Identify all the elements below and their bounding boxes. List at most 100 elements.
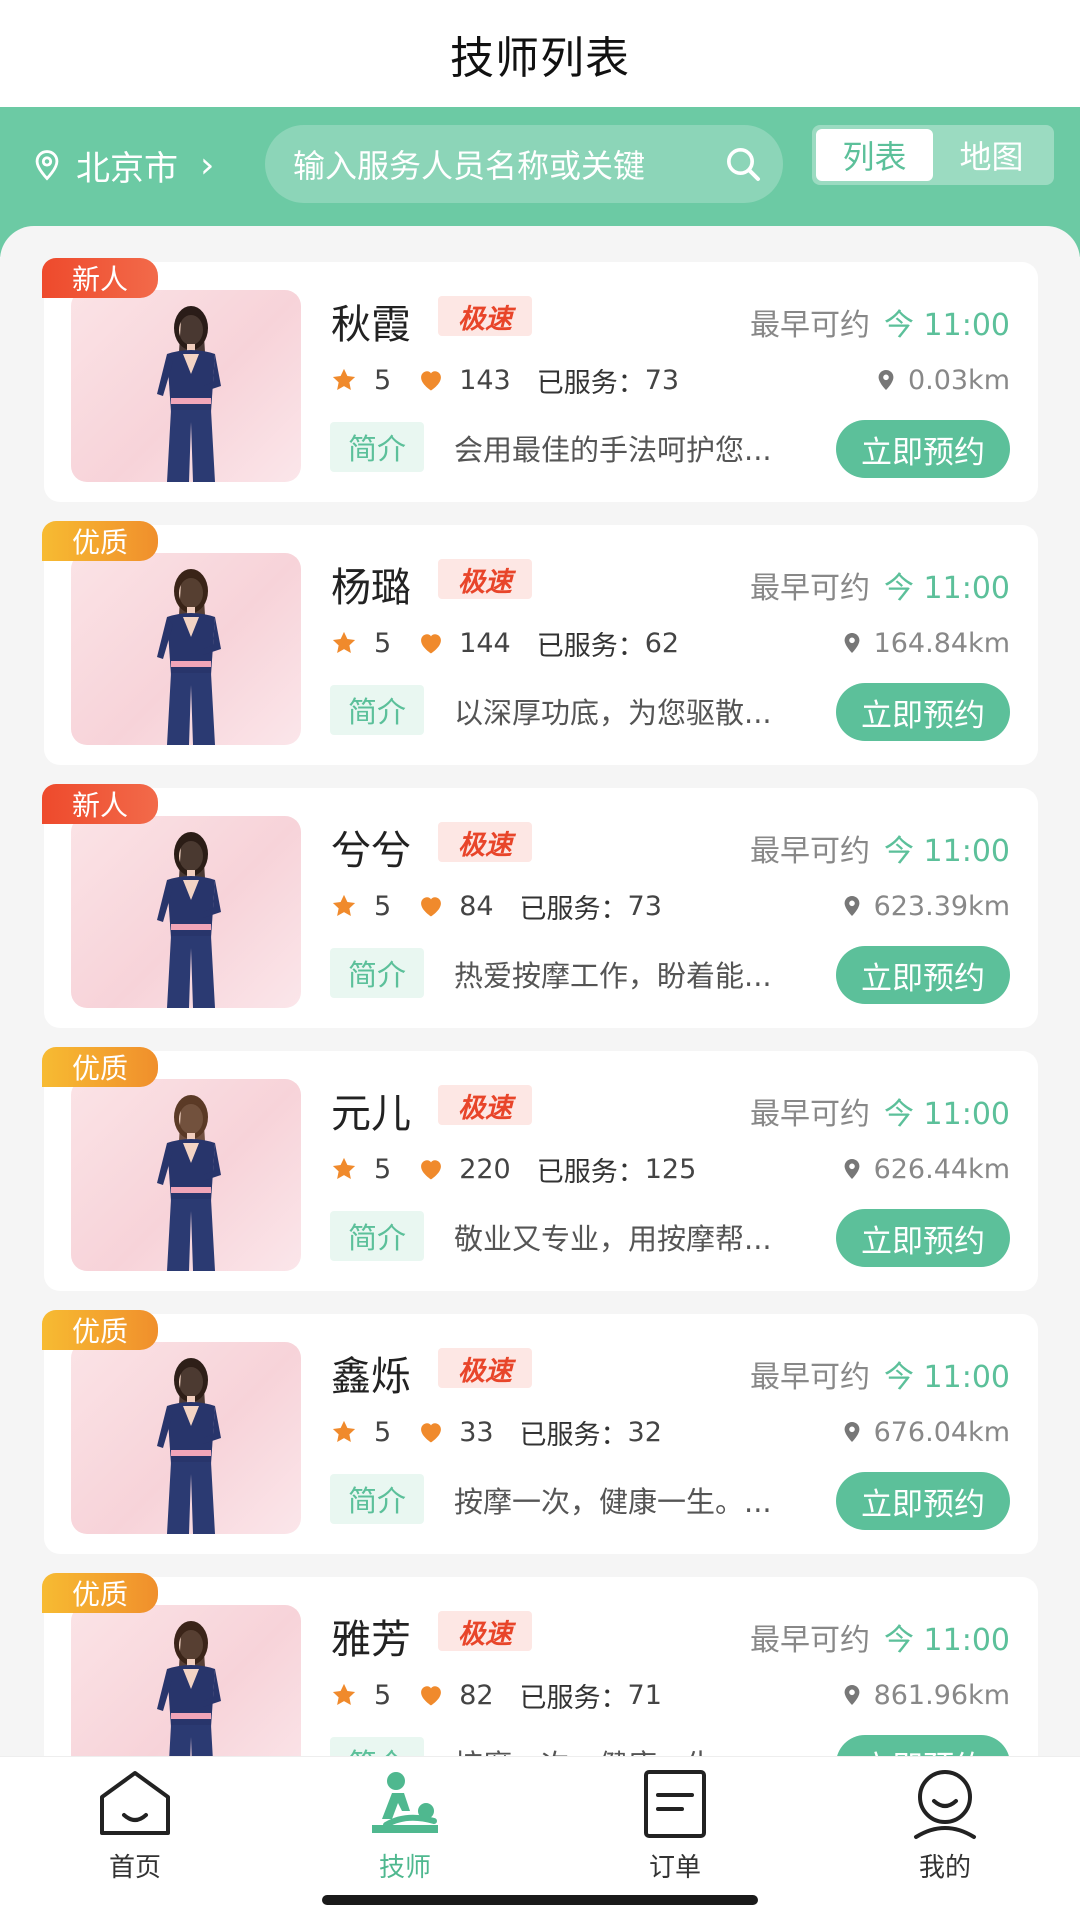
earliest-time: 今 11:00	[884, 834, 1010, 869]
technician-photo-figure	[157, 1095, 221, 1271]
technician-stats: 5 143 已服务： 73	[330, 362, 680, 399]
rating-value: 5	[374, 1416, 392, 1448]
star-icon	[332, 894, 356, 917]
technician-photo[interactable]	[71, 553, 301, 745]
tab-mine-label: 我的	[918, 1853, 971, 1883]
view-list-tab[interactable]: 列表	[816, 129, 933, 181]
technician-card[interactable]: 优质 元儿 极速 最早可约今 11:00 5 220 已服务： 125 626.44km 简介 敬业…	[42, 1047, 1038, 1291]
book-now-button[interactable]: 立即预约	[836, 1472, 1010, 1530]
technician-stats: 5 82 已服务： 71	[330, 1677, 662, 1714]
distance-value: 0.03km	[907, 364, 1010, 396]
location-dot-icon	[844, 896, 859, 916]
technician-description: 敬业又专业，用按摩帮...	[454, 1222, 772, 1256]
book-now-button[interactable]: 立即预约	[836, 683, 1010, 741]
book-now-button[interactable]: 立即预约	[836, 1209, 1010, 1267]
served-count: 73	[627, 890, 662, 922]
technician-card[interactable]: 优质 鑫烁 极速 最早可约今 11:00 5 33 已服务： 32 676.04km 简介 按摩一次…	[42, 1310, 1038, 1554]
technician-description: 会用最佳的手法呵护您...	[454, 433, 772, 467]
served-count: 125	[644, 1153, 697, 1185]
distance-value: 676.04km	[873, 1416, 1010, 1448]
technician-tag-badge: 优质	[42, 521, 158, 561]
technician-card[interactable]: 新人 兮兮 极速 最早可约今 11:00 5 84 已服务： 73 623.39km 简介 热爱按摩…	[42, 784, 1038, 1028]
view-map-tab[interactable]: 地图	[933, 129, 1050, 181]
earliest-available: 最早可约今 11:00	[750, 563, 1010, 607]
search-input[interactable]: 输入服务人员名称或关键	[265, 125, 783, 203]
technician-description: 热爱按摩工作，盼着能...	[454, 959, 772, 993]
page-title: 技师列表	[450, 32, 630, 84]
technician-photo[interactable]	[71, 1079, 301, 1271]
star-icon	[332, 368, 356, 391]
served-count: 32	[627, 1416, 662, 1448]
served-count: 73	[644, 364, 680, 396]
technician-description: 以深厚功底，为您驱散...	[454, 696, 772, 730]
tab-orders-label: 订单	[648, 1853, 701, 1883]
location-dot-icon	[844, 633, 859, 653]
search-icon[interactable]	[723, 144, 763, 184]
tab-technician[interactable]: 技师	[335, 1767, 475, 1887]
rating-value: 5	[374, 1153, 392, 1185]
technician-card[interactable]: 优质杨璐 极速 最早可约今 11:00 5 144 已服务： 62 164.84km 简介 以深厚…	[42, 521, 1038, 765]
technician-card[interactable]: 新人秋霞 极速 最早可约今 11:00 5 143 已服务： 73 0.03km 简介 会用最佳的…	[42, 258, 1038, 502]
location-dot-icon	[844, 1422, 859, 1442]
technician-name: 鑫烁	[331, 1354, 411, 1400]
intro-badge: 简介	[330, 685, 424, 735]
likes-count: 220	[459, 1153, 511, 1185]
tab-mine[interactable]: 我的	[875, 1767, 1015, 1887]
technician-name: 杨璐	[331, 565, 411, 611]
intro-badge: 简介	[330, 422, 424, 472]
earliest-available: 最早可约今 11:00	[750, 300, 1010, 344]
technician-photo[interactable]	[71, 1342, 301, 1534]
tab-home[interactable]: 首页	[65, 1767, 205, 1887]
served-label: 已服务：	[536, 367, 645, 399]
heart-icon	[421, 1686, 442, 1706]
likes-count: 144	[459, 627, 511, 659]
book-now-button[interactable]: 立即预约	[836, 420, 1010, 478]
distance-value: 164.84km	[873, 627, 1010, 659]
earliest-available: 最早可约今 11:00	[750, 1615, 1010, 1659]
technician-photo[interactable]	[71, 1605, 301, 1756]
rating-value: 5	[374, 364, 392, 396]
technician-tag-badge: 新人	[42, 258, 158, 298]
distance-value: 623.39km	[873, 890, 1010, 922]
technician-photo[interactable]	[71, 290, 301, 482]
earliest-label: 最早可约	[750, 1360, 870, 1395]
tab-technician-label: 技师	[378, 1853, 431, 1883]
book-now-button[interactable]: 立即预约	[836, 946, 1010, 1004]
book-now-button[interactable]: 立即预约	[836, 1735, 1010, 1756]
earliest-available: 最早可约今 11:00	[750, 826, 1010, 870]
distance: 623.39km	[840, 888, 1010, 924]
user-face-icon	[914, 1770, 976, 1839]
intro-badge: 简介	[330, 1737, 424, 1756]
technician-tag-badge: 优质	[42, 1047, 158, 1087]
heart-icon	[421, 1423, 442, 1443]
location-dot-icon	[844, 1685, 859, 1705]
order-list-icon	[644, 1770, 706, 1838]
earliest-label: 最早可约	[750, 1097, 870, 1132]
fast-badge: 极速	[438, 559, 532, 599]
earliest-label: 最早可约	[750, 834, 870, 869]
technician-stats: 5 84 已服务： 73	[330, 888, 662, 925]
technician-stats: 5 144 已服务： 62	[330, 625, 679, 662]
home-indicator[interactable]	[322, 1895, 758, 1905]
earliest-label: 最早可约	[750, 1623, 870, 1658]
location-dot-icon	[844, 1159, 859, 1179]
likes-count: 82	[459, 1679, 494, 1711]
distance: 164.84km	[840, 625, 1010, 661]
technician-name: 秋霞	[331, 302, 411, 348]
served-label: 已服务：	[519, 1419, 628, 1451]
intro-badge: 简介	[330, 1474, 424, 1524]
chevron-right-icon: ›	[200, 144, 215, 186]
star-icon	[332, 631, 356, 654]
fast-badge: 极速	[438, 296, 532, 336]
technician-photo-figure	[157, 832, 221, 1008]
tab-orders[interactable]: 订单	[605, 1767, 745, 1887]
technician-card[interactable]: 优质雅芳极速 最早可约今 11:00 5 82 已服务：71 861.96km 简介 按摩一次…	[42, 1573, 1038, 1756]
technician-photo-figure	[157, 306, 221, 482]
city-selector[interactable]: 北京市 ›	[30, 135, 214, 195]
technician-photo[interactable]	[71, 816, 301, 1008]
city-name: 北京市	[76, 148, 178, 189]
technician-photo-figure	[157, 1621, 221, 1756]
distance: 861.96km	[840, 1677, 1010, 1713]
location-pin-icon	[35, 150, 59, 181]
fast-badge: 极速	[438, 1348, 532, 1388]
